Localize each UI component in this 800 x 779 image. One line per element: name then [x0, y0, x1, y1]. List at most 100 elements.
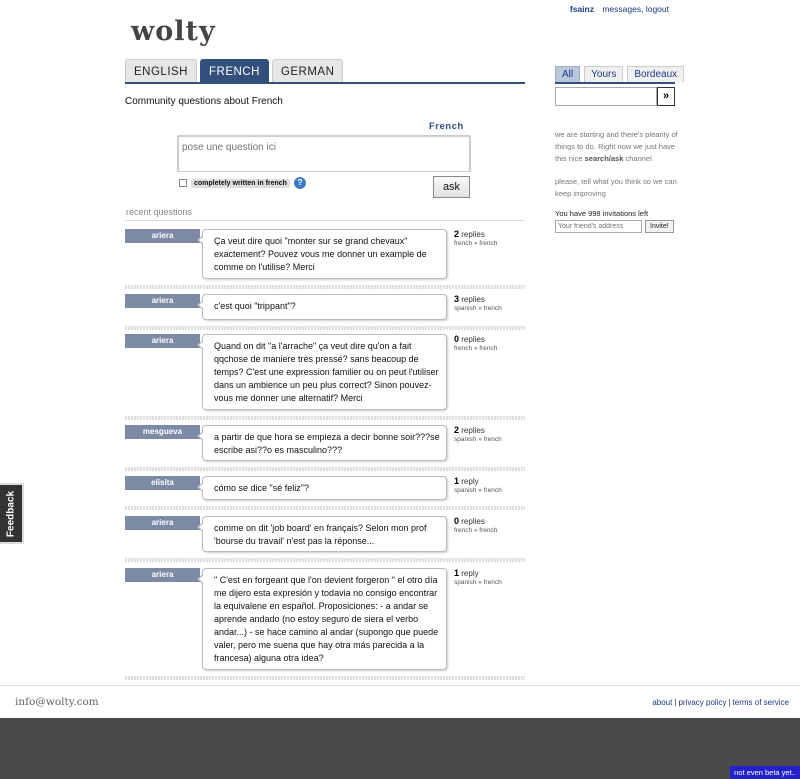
language-pair: french » french: [454, 345, 498, 352]
invite-email-input[interactable]: [555, 220, 642, 233]
sidebar-tab-yours[interactable]: Yours: [584, 66, 624, 82]
reply-label: reply: [461, 477, 479, 486]
question-separator: [125, 558, 525, 562]
tab-german[interactable]: GERMAN: [271, 59, 344, 83]
question-user[interactable]: elisita: [125, 476, 200, 490]
question-text[interactable]: cómo se dice "sé feliz"?: [197, 476, 447, 500]
question-user[interactable]: ariera: [125, 334, 200, 348]
question-separator: [125, 676, 525, 680]
sidebar-intro: we are starting and there's pleanty of t…: [555, 129, 680, 165]
reply-number: 0: [454, 516, 460, 526]
tab-french[interactable]: FRENCH: [200, 59, 269, 83]
question-user[interactable]: mesgueva: [125, 425, 200, 439]
written-label: completely written in french: [191, 178, 290, 188]
footer-email[interactable]: info@wolty.com: [15, 696, 99, 708]
written-checkbox[interactable]: [179, 179, 187, 187]
logo[interactable]: wolty: [131, 16, 216, 47]
sidebar-search-input[interactable]: [555, 87, 657, 106]
question-text[interactable]: c'est quoi "trippant"?: [197, 294, 447, 320]
reply-number: 0: [454, 334, 460, 344]
question-meta: 2 replies spanish » french: [454, 425, 524, 443]
footer-divider: [0, 685, 800, 686]
reply-label: replies: [461, 335, 485, 344]
question-separator: [125, 467, 525, 471]
language-pair: french » french: [454, 240, 498, 247]
language-tabs: ENGLISH FRENCH GERMAN: [125, 59, 344, 83]
page-title: Community questions about French: [125, 96, 283, 107]
sidebar-tab-bordeaux[interactable]: Bordeaux: [627, 66, 685, 82]
reply-number: 1: [454, 568, 460, 578]
help-icon[interactable]: ?: [293, 177, 306, 189]
question-separator: [125, 506, 525, 510]
sidebar-intro-text-end: channel: [623, 154, 652, 163]
recent-divider: [125, 220, 525, 221]
top-links: fsainz messages, logout: [569, 4, 669, 14]
reply-count[interactable]: 2 replies: [454, 425, 524, 435]
sidebar-tab-all[interactable]: All: [555, 66, 581, 82]
messages-link[interactable]: messages: [602, 4, 641, 14]
reply-count[interactable]: 3 replies: [454, 294, 524, 304]
question-user[interactable]: ariera: [125, 229, 200, 243]
page: fsainz messages, logout wolty ENGLISH FR…: [0, 0, 800, 779]
reply-label: replies: [461, 230, 485, 239]
question-box: [177, 135, 471, 172]
sidebar-search-button[interactable]: »: [657, 87, 675, 106]
invite-form: Invite!: [555, 220, 674, 233]
reply-label: replies: [461, 295, 485, 304]
username-link[interactable]: fsainz: [570, 4, 594, 14]
language-label: French: [429, 121, 464, 132]
reply-number: 2: [454, 425, 460, 435]
question-input[interactable]: [179, 138, 469, 171]
reply-count[interactable]: 2 replies: [454, 229, 524, 239]
sidebar-intro-highlight: search/ask: [584, 154, 624, 163]
reply-count[interactable]: 0 replies: [454, 334, 524, 344]
recent-questions-heading: recent questions: [126, 207, 193, 217]
reply-count[interactable]: 0 replies: [454, 516, 524, 526]
question-separator: [125, 326, 525, 330]
sidebar-search: »: [555, 87, 675, 106]
question-separator: [125, 285, 525, 289]
language-pair: spanish » french: [454, 436, 502, 443]
reply-count[interactable]: 1 reply: [454, 476, 524, 486]
question-text[interactable]: a partir de que hora se empieza a decir …: [197, 425, 447, 461]
footer-band: [0, 718, 800, 779]
question-meta: 3 replies spanish » french: [454, 294, 524, 312]
feedback-tab-label: Feedback: [5, 490, 17, 537]
tab-underline: [125, 82, 525, 84]
question-text[interactable]: Quand on dit "a l'arrache" ça veut dire …: [197, 334, 447, 410]
reply-label: replies: [461, 517, 485, 526]
question-meta: 2 replies french » french: [454, 229, 524, 247]
written-option: completely written in french ?: [179, 177, 306, 189]
question-user[interactable]: ariera: [125, 294, 200, 308]
question-text[interactable]: Ça veut dire quoi "monter sur se grand c…: [197, 229, 447, 279]
question-text[interactable]: comme on dit 'job board' en français? Se…: [197, 516, 447, 552]
language-pair: spanish » french: [454, 487, 502, 494]
sidebar-tabs: All Yours Bordeaux: [555, 66, 685, 82]
about-link[interactable]: about: [652, 698, 672, 707]
question-meta: 0 replies french » french: [454, 334, 524, 352]
terms-link[interactable]: terms of service: [733, 698, 789, 707]
reply-number: 3: [454, 294, 460, 304]
logout-link[interactable]: logout: [646, 4, 669, 14]
question-text[interactable]: " C'est en forgeant que l'on devient for…: [197, 568, 447, 670]
question-user[interactable]: ariera: [125, 568, 200, 582]
reply-number: 2: [454, 229, 460, 239]
sidebar-feedback-text: please, tell what you think so we can ke…: [555, 177, 677, 198]
sidebar-tab-underline: [555, 82, 675, 84]
reply-number: 1: [454, 476, 460, 486]
footer-links: about | privacy policy | terms of service: [652, 698, 789, 707]
question-meta: 1 reply spanish » french: [454, 476, 524, 494]
question-meta: 1 reply spanish » french: [454, 568, 524, 586]
reply-count[interactable]: 1 reply: [454, 568, 524, 578]
language-pair: spanish » french: [454, 305, 502, 312]
ask-button[interactable]: ask: [433, 176, 470, 198]
question-user[interactable]: ariera: [125, 516, 200, 530]
invite-button[interactable]: Invite!: [645, 220, 674, 233]
question-meta: 0 replies french » french: [454, 516, 524, 534]
language-pair: french » french: [454, 527, 498, 534]
feedback-tab[interactable]: Feedback: [0, 483, 24, 544]
tab-english[interactable]: ENGLISH: [125, 59, 197, 83]
beta-badge: not even beta yet..: [730, 766, 800, 779]
invitations-count: You have 998 invitations left: [555, 209, 649, 218]
privacy-link[interactable]: privacy policy: [678, 698, 726, 707]
